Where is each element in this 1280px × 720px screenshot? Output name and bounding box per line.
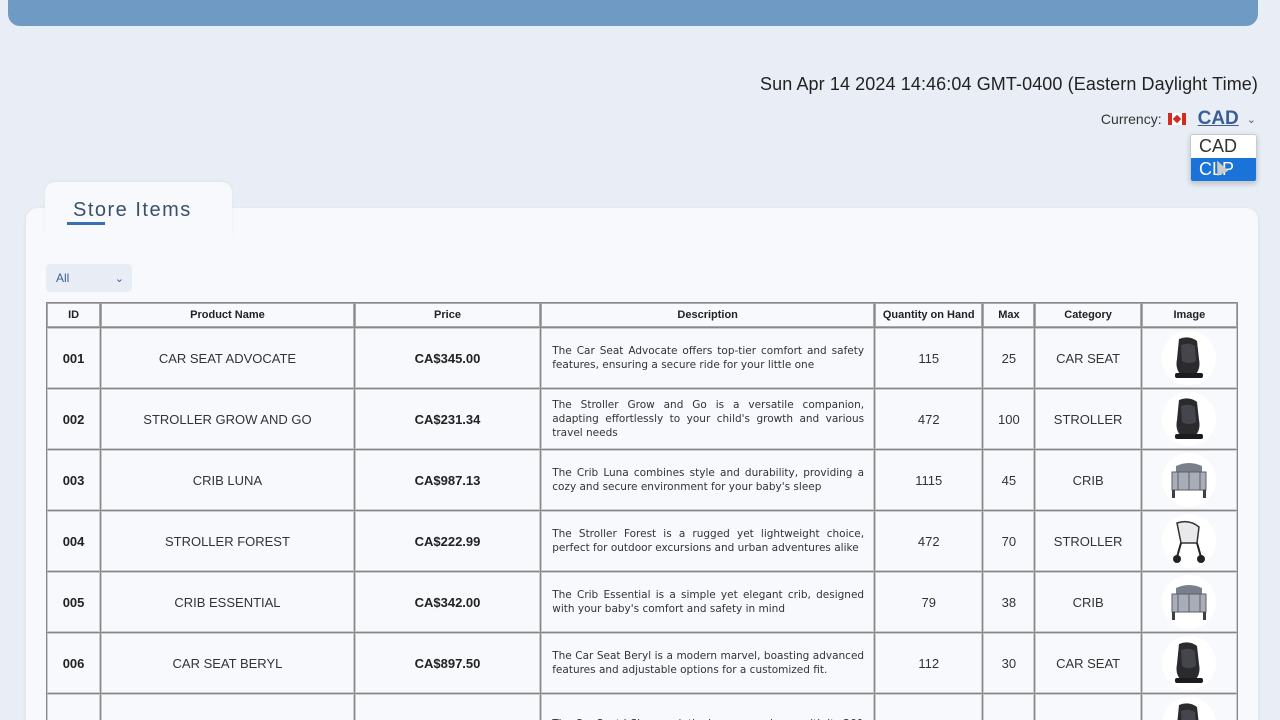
crib-image-icon [1162, 453, 1217, 507]
row-id-cell: 005 [47, 572, 101, 632]
table-header-row: ID Product Name Price Description Quanti… [47, 303, 1237, 327]
header-id: ID [47, 303, 101, 327]
header-description: Description [541, 303, 875, 327]
stroller-image-icon [1162, 514, 1217, 568]
row-max-cell [983, 694, 1035, 720]
table-row: 002 STROLLER GROW AND GO CA$231.34 The Stro… [47, 389, 1237, 449]
row-price-cell: CA$342.00 [354, 572, 541, 632]
header-max: Max [983, 303, 1035, 327]
row-image-cell [1141, 694, 1237, 720]
car-seat-image-icon [1162, 697, 1217, 720]
row-quantity-cell: 79 [875, 572, 983, 632]
row-quantity-cell [875, 694, 983, 720]
row-price-cell: CA$987.13 [354, 450, 541, 510]
row-category-cell: STROLLER [1035, 389, 1141, 449]
store-items-table: ID Product Name Price Description Quanti… [46, 302, 1238, 720]
row-category-cell: CAR SEAT [1035, 328, 1141, 388]
tab-label: Store Items [73, 199, 192, 221]
car-seat-image-icon [1162, 636, 1217, 690]
row-image-cell [1141, 572, 1237, 632]
row-quantity-cell: 112 [875, 633, 983, 693]
header-category: Category [1035, 303, 1141, 327]
row-price-cell: CA$222.99 [354, 511, 541, 571]
row-description-cell: The Stroller Grow and Go is a versatile … [541, 389, 875, 449]
car-seat-image-icon [1162, 331, 1217, 385]
row-description-cell: The Stroller Forest is a rugged yet ligh… [541, 511, 875, 571]
row-category-cell: CRIB [1035, 572, 1141, 632]
header-product-name: Product Name [101, 303, 354, 327]
row-price-cell: CA$231.34 [354, 389, 541, 449]
row-price-cell [354, 694, 541, 720]
row-id-cell: 003 [47, 450, 101, 510]
tab-store-items[interactable]: Store Items [45, 182, 232, 236]
row-category-cell: STROLLER [1035, 511, 1141, 571]
currency-dropdown: CAD CLP [1190, 134, 1257, 182]
currency-select[interactable]: CAD [1198, 108, 1239, 130]
current-datetime: Sun Apr 14 2024 14:46:04 GMT-0400 (Easte… [760, 74, 1258, 94]
table-row: 006 CAR SEAT BERYL CA$897.50 The Car Seat B… [47, 633, 1237, 693]
row-image-cell [1141, 328, 1237, 388]
table-row: 004 STROLLER FOREST CA$222.99 The Stroller … [47, 511, 1237, 571]
row-id-cell: 004 [47, 511, 101, 571]
row-product-name-cell: STROLLER FOREST [101, 511, 354, 571]
row-id-cell: 006 [47, 633, 101, 693]
currency-selector-row: Currency: CAD ⌄ [1101, 108, 1256, 130]
row-description-cell: The Car Seat I-Size revolutionizes conve… [541, 694, 875, 720]
row-product-name-cell: CRIB LUNA [101, 450, 354, 510]
row-max-cell: 70 [983, 511, 1035, 571]
row-image-cell [1141, 450, 1237, 510]
row-description-cell: The Car Seat Advocate offers top-tier co… [541, 328, 875, 388]
row-quantity-cell: 1115 [875, 450, 983, 510]
row-product-name-cell: CAR SEAT ADVOCATE [101, 328, 354, 388]
filter-value: All [56, 271, 70, 285]
header-price: Price [354, 303, 541, 327]
row-image-cell [1141, 511, 1237, 571]
row-category-cell [1035, 694, 1141, 720]
top-app-bar [8, 0, 1258, 26]
car-seat-image-icon [1162, 392, 1217, 446]
row-description-cell: The Crib Luna combines style and durabil… [541, 450, 875, 510]
row-price-cell: CA$345.00 [354, 328, 541, 388]
table-row: The Car Seat I-Size revolutionizes conve… [47, 694, 1237, 720]
currency-label: Currency: [1100, 111, 1162, 127]
row-product-name-cell: CAR SEAT BERYL [101, 633, 354, 693]
row-id-cell [47, 694, 101, 720]
row-id-cell: 001 [47, 328, 101, 388]
row-max-cell: 30 [983, 633, 1035, 693]
crib-image-icon [1162, 575, 1217, 629]
row-image-cell [1141, 389, 1237, 449]
header-image: Image [1141, 303, 1237, 327]
row-image-cell [1141, 633, 1237, 693]
tab-underline [67, 222, 105, 225]
row-quantity-cell: 472 [875, 511, 983, 571]
row-description-cell: The Car Seat Beryl is a modern marvel, b… [541, 633, 875, 693]
category-filter-select[interactable]: All ⌄ [46, 264, 132, 292]
canada-flag-icon [1167, 113, 1186, 125]
row-max-cell: 25 [983, 328, 1035, 388]
chevron-down-icon[interactable]: ⌄ [1247, 113, 1256, 126]
row-description-cell: The Crib Essential is a simple yet elega… [541, 572, 875, 632]
table-row: 005 CRIB ESSENTIAL CA$342.00 The Crib Essen… [47, 572, 1237, 632]
row-product-name-cell: STROLLER GROW AND GO [101, 389, 354, 449]
row-category-cell: CAR SEAT [1035, 633, 1141, 693]
row-product-name-cell: CRIB ESSENTIAL [101, 572, 354, 632]
row-category-cell: CRIB [1035, 450, 1141, 510]
chevron-down-icon: ⌄ [114, 272, 124, 285]
row-price-cell: CA$897.50 [354, 633, 541, 693]
row-product-name-cell [101, 694, 354, 720]
row-id-cell: 002 [47, 389, 101, 449]
row-max-cell: 100 [983, 389, 1035, 449]
currency-option-cad[interactable]: CAD [1191, 135, 1256, 158]
header-quantity: Quantity on Hand [875, 303, 983, 327]
table-row: 001 CAR SEAT ADVOCATE CA$345.00 The Car Sea… [47, 328, 1237, 388]
row-quantity-cell: 115 [875, 328, 983, 388]
row-max-cell: 45 [983, 450, 1035, 510]
row-max-cell: 38 [983, 572, 1035, 632]
row-quantity-cell: 472 [875, 389, 983, 449]
table-row: 003 CRIB LUNA CA$987.13 The Crib Luna combi… [47, 450, 1237, 510]
